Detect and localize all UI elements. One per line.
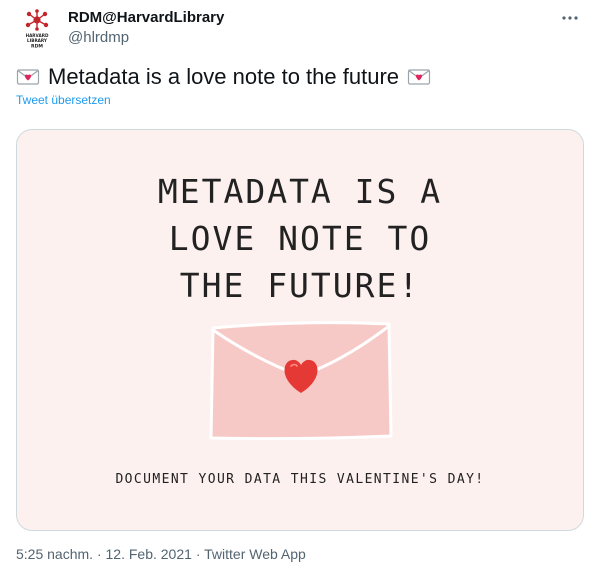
- meta-separator: ·: [96, 546, 102, 562]
- author-name[interactable]: RDM@HarvardLibrary: [68, 9, 224, 26]
- translate-tweet-link[interactable]: Tweet übersetzen: [16, 93, 111, 107]
- avatar-logo-text-3: RDM: [31, 44, 43, 50]
- rdm-network-logo-icon: HARVARD LIBRARY RDM: [26, 9, 49, 50]
- tweet-metadata: 5:25 nachm. · 12. Feb. 2021 · Twitter We…: [16, 546, 306, 562]
- image-headline: METADATA IS A LOVE NOTE TO THE FUTURE!: [157, 172, 443, 305]
- more-button[interactable]: [556, 8, 584, 28]
- avatar-logo-text-2: LIBRARY: [27, 38, 48, 43]
- avatar[interactable]: HARVARD LIBRARY RDM: [16, 8, 58, 50]
- meta-separator: ·: [195, 546, 201, 562]
- tweet-text-content: Metadata is a love note to the future: [48, 64, 400, 89]
- tweet-time[interactable]: 5:25 nachm.: [16, 546, 93, 562]
- tweet: HARVARD LIBRARY RDM RDM@HarvardLibrary @…: [0, 0, 601, 568]
- tweet-source[interactable]: Twitter Web App: [204, 546, 306, 562]
- envelope-heart-icon: [209, 321, 393, 441]
- tweet-date[interactable]: 12. Feb. 2021: [106, 546, 192, 562]
- more-dots-icon: [562, 16, 578, 20]
- love-letter-emoji-icon: [16, 69, 40, 85]
- tweet-header: HARVARD LIBRARY RDM RDM@HarvardLibrary @…: [16, 8, 584, 56]
- media-image[interactable]: METADATA IS A LOVE NOTE TO THE FUTURE! D…: [16, 129, 584, 531]
- love-letter-emoji-icon: [407, 69, 431, 85]
- tweet-text: Metadata is a love note to the future: [16, 64, 431, 90]
- image-subline: DOCUMENT YOUR DATA THIS VALENTINE'S DAY!: [115, 472, 485, 487]
- author-handle[interactable]: @hlrdmp: [68, 29, 129, 46]
